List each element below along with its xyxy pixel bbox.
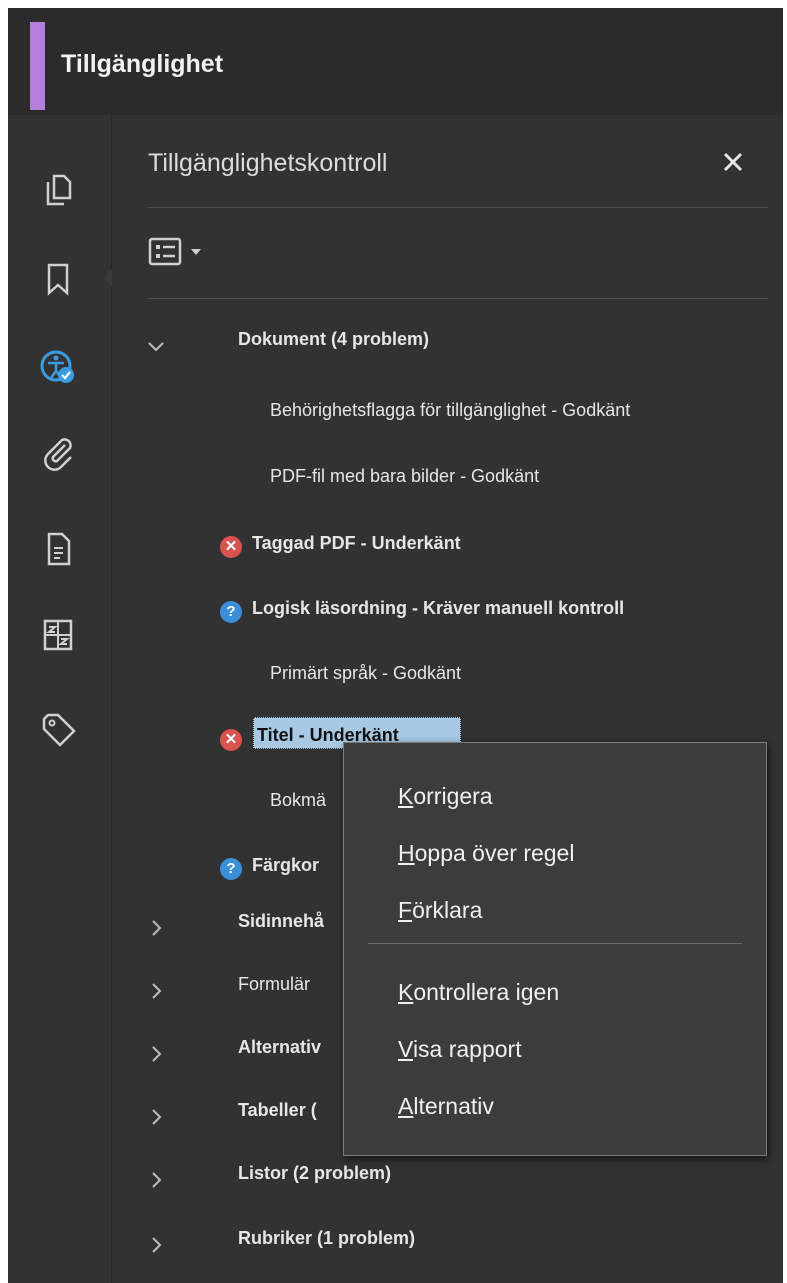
app-title: Tillgänglighet xyxy=(61,50,224,78)
tree-group-alternate-text[interactable]: Alternativ xyxy=(238,1037,321,1058)
menu-accelerator: A xyxy=(398,1093,414,1119)
menu-separator xyxy=(368,943,742,944)
bookmark-icon[interactable] xyxy=(38,259,78,299)
rule-item-accessibility-permission[interactable]: Behörighetsflagga för tillgänglighet - G… xyxy=(270,400,630,421)
panel-title: Tillgänglighetskontroll xyxy=(148,149,388,177)
context-menu: Korrigera Hoppa över regel Förklara Kont… xyxy=(343,742,767,1156)
chevron-right-icon[interactable] xyxy=(146,1170,166,1190)
chevron-right-icon[interactable] xyxy=(146,1107,166,1127)
menu-item-label: isa rapport xyxy=(412,1036,522,1062)
options-list-icon xyxy=(148,237,201,266)
close-button[interactable] xyxy=(716,145,750,179)
document-icon[interactable] xyxy=(38,529,78,569)
chevron-right-icon[interactable] xyxy=(146,1235,166,1255)
menu-item-label: oppa över regel xyxy=(414,840,575,866)
options-dropdown-button[interactable] xyxy=(148,235,214,269)
menu-item-skip-rule[interactable]: Hoppa över regel xyxy=(398,840,574,867)
menu-accelerator: V xyxy=(398,1036,413,1062)
title-bar: Tillgänglighet xyxy=(8,8,783,116)
tree-group-forms[interactable]: Formulär xyxy=(238,974,310,995)
tree-group-headings[interactable]: Rubriker (1 problem) xyxy=(238,1228,415,1249)
menu-accelerator: K xyxy=(398,783,414,809)
menu-item-check-again[interactable]: Kontrollera igen xyxy=(398,979,559,1006)
divider xyxy=(148,207,768,208)
rule-item-image-only-pdf[interactable]: PDF-fil med bara bilder - Godkänt xyxy=(270,466,539,487)
menu-item-fix[interactable]: Korrigera xyxy=(398,783,493,810)
menu-item-label: ontrollera igen xyxy=(413,979,560,1005)
menu-item-label: örklara xyxy=(412,897,483,923)
tree-group-lists[interactable]: Listor (2 problem) xyxy=(238,1163,391,1184)
divider xyxy=(148,298,768,299)
help-icon: ? xyxy=(220,601,242,623)
menu-accelerator: F xyxy=(398,897,413,923)
chevron-right-icon[interactable] xyxy=(146,918,166,938)
tag-icon[interactable] xyxy=(38,709,78,749)
rule-item-primary-language[interactable]: Primärt språk - Godkänt xyxy=(270,663,461,684)
fail-icon: ✕ xyxy=(220,536,242,558)
rule-item-color-contrast[interactable]: Färgkor xyxy=(252,855,319,876)
menu-item-label: orrigera xyxy=(413,783,493,809)
menu-item-explain[interactable]: Förklara xyxy=(398,897,482,924)
menu-item-show-report[interactable]: Visa rapport xyxy=(398,1036,522,1063)
menu-accelerator: K xyxy=(398,979,414,1005)
help-icon: ? xyxy=(220,858,242,880)
accessibility-icon[interactable] xyxy=(38,347,78,387)
fail-icon: ✕ xyxy=(220,729,242,751)
tree-group-tables[interactable]: Tabeller ( xyxy=(238,1100,317,1121)
attachment-icon[interactable] xyxy=(38,433,78,473)
rule-item-tagged-pdf[interactable]: Taggad PDF - Underkänt xyxy=(252,533,461,554)
layers-icon[interactable] xyxy=(38,615,78,655)
tree-group-document[interactable]: Dokument (4 problem) xyxy=(238,329,429,350)
chevron-right-icon[interactable] xyxy=(146,1044,166,1064)
menu-accelerator: H xyxy=(398,840,415,866)
pages-icon[interactable] xyxy=(38,170,78,210)
tree-group-page-content[interactable]: Sidinnehå xyxy=(238,911,324,932)
menu-item-options[interactable]: Alternativ xyxy=(398,1093,494,1120)
left-toolbar xyxy=(8,115,112,1283)
menu-item-label: lternativ xyxy=(413,1093,494,1119)
close-icon xyxy=(723,152,743,172)
chevron-right-icon[interactable] xyxy=(146,981,166,1001)
accent-bar xyxy=(30,22,45,110)
rule-item-logical-reading-order[interactable]: Logisk läsordning - Kräver manuell kontr… xyxy=(252,598,624,619)
rule-item-bookmarks[interactable]: Bokmä xyxy=(270,790,326,811)
app-window: Tillgänglighet Tillgänglighetskontroll D… xyxy=(8,8,783,1283)
chevron-down-icon[interactable] xyxy=(146,336,166,356)
